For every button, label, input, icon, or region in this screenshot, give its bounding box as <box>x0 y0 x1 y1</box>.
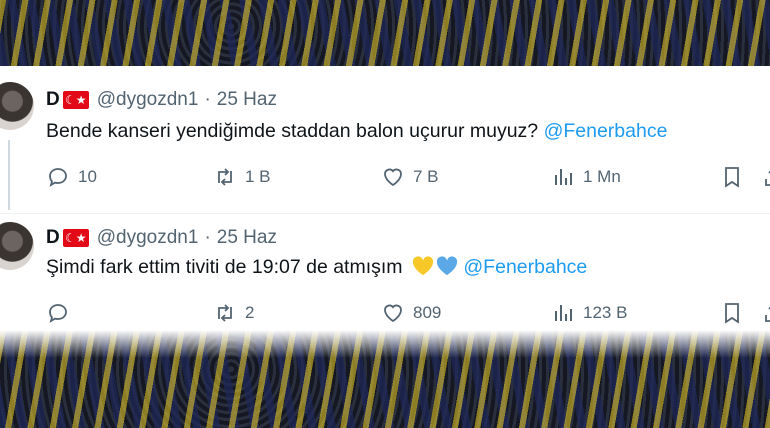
avatar[interactable] <box>0 222 34 270</box>
retweet-button[interactable]: 2 <box>213 301 254 325</box>
bookmark-button[interactable] <box>720 301 744 325</box>
stadium-crowd-background-bottom <box>0 330 770 428</box>
like-count: 7 B <box>413 167 439 186</box>
like-button[interactable]: 7 B <box>381 165 439 189</box>
turkey-flag-icon: ☾★ <box>62 91 89 109</box>
stadium-crowd-background-top <box>0 0 770 66</box>
tweet-header: D ☾★ @dygozdn1 · 25 Haz <box>46 226 277 250</box>
views-chart-icon <box>555 169 572 185</box>
like-button[interactable]: 809 <box>381 301 441 325</box>
tweet-1[interactable]: D ☾★ @dygozdn1 · 25 Haz Bende kanseri ye… <box>0 66 770 214</box>
heart-icon <box>384 304 402 323</box>
user-handle[interactable]: @dygozdn1 <box>97 227 199 249</box>
views-button[interactable]: 1 Mn <box>551 165 621 189</box>
tweet-body: Bende kanseri yendiğimde staddan balon u… <box>46 120 539 142</box>
separator: · <box>204 89 211 110</box>
retweet-count: 1 B <box>245 167 271 186</box>
retweet-icon <box>218 304 232 322</box>
like-count: 809 <box>413 303 442 322</box>
separator: · <box>204 227 211 248</box>
reply-button[interactable]: 10 <box>46 165 97 189</box>
share-icon <box>765 170 770 186</box>
share-icon <box>765 306 770 322</box>
view-count: 1 Mn <box>583 167 621 186</box>
reply-button[interactable] <box>46 301 78 325</box>
tweet-card: D ☾★ @dygozdn1 · 25 Haz Bende kanseri ye… <box>0 66 770 338</box>
yellow-heart-icon <box>412 256 434 276</box>
share-button[interactable] <box>762 165 770 189</box>
reply-count: 10 <box>78 167 97 186</box>
tweet-body: Şimdi fark ettim tiviti de 19:07 de atmı… <box>46 256 403 278</box>
turkey-flag-icon: ☾★ <box>62 229 89 247</box>
tweet-date[interactable]: 25 Haz <box>217 89 277 111</box>
blue-heart-icon <box>436 256 458 276</box>
bookmark-icon <box>725 303 739 324</box>
tweet-actions: 2 809 123 B <box>0 301 770 325</box>
user-handle[interactable]: @dygozdn1 <box>97 89 199 111</box>
views-chart-icon <box>555 305 572 321</box>
views-button[interactable]: 123 B <box>551 301 627 325</box>
tweet-date[interactable]: 25 Haz <box>217 227 277 249</box>
display-name[interactable]: D <box>46 89 60 111</box>
tweet-actions: 10 1 B 7 B 1 Mn <box>0 165 770 189</box>
avatar[interactable] <box>0 82 34 130</box>
share-button[interactable] <box>762 301 770 325</box>
retweet-count: 2 <box>245 303 255 322</box>
tweet-text: Şimdi fark ettim tiviti de 19:07 de atmı… <box>46 256 587 279</box>
retweet-icon <box>218 168 232 186</box>
tweet-text: Bende kanseri yendiğimde staddan balon u… <box>46 120 667 143</box>
tweet-header: D ☾★ @dygozdn1 · 25 Haz <box>46 88 277 112</box>
mention-link[interactable]: @Fenerbahce <box>544 120 668 142</box>
retweet-button[interactable]: 1 B <box>213 165 271 189</box>
heart-icon <box>384 168 402 187</box>
reply-icon <box>49 168 67 187</box>
tweet-2[interactable]: D ☾★ @dygozdn1 · 25 Haz Şimdi fark ettim… <box>0 214 770 338</box>
reply-icon <box>49 304 67 323</box>
bookmark-icon <box>725 167 739 188</box>
display-name[interactable]: D <box>46 227 60 249</box>
view-count: 123 B <box>583 303 628 322</box>
bookmark-button[interactable] <box>720 165 744 189</box>
mention-link[interactable]: @Fenerbahce <box>463 256 587 278</box>
